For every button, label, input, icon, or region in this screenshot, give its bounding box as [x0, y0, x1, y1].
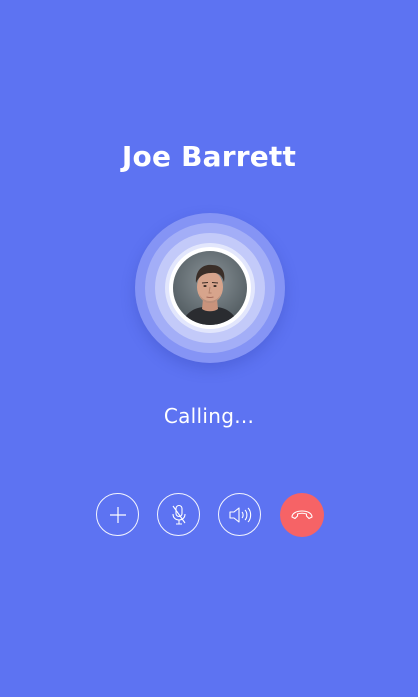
avatar-pulse-rings	[135, 213, 285, 363]
speaker-button[interactable]	[218, 493, 261, 536]
add-call-button[interactable]	[96, 493, 139, 536]
caller-name: Joe Barrett	[121, 140, 297, 173]
mute-button[interactable]	[157, 493, 200, 536]
call-status: Calling...	[163, 404, 255, 428]
microphone-off-icon	[170, 504, 188, 526]
speaker-icon	[228, 506, 252, 524]
call-screen: Joe Barrett Calling...	[0, 0, 418, 697]
call-controls	[96, 493, 326, 539]
plus-icon	[109, 506, 127, 524]
avatar	[173, 251, 247, 325]
end-call-button[interactable]	[280, 493, 324, 537]
phone-hangup-icon	[290, 509, 314, 521]
